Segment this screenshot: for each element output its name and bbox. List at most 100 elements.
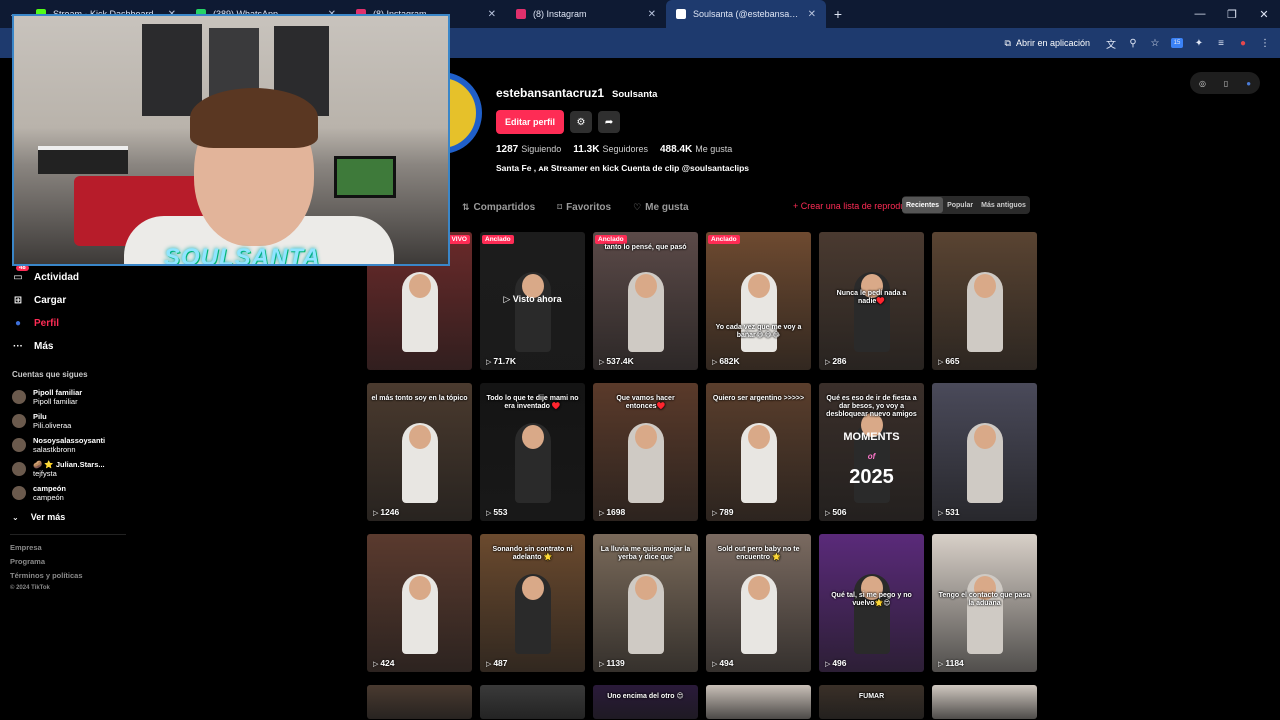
translate-icon[interactable]: 文 [1104, 36, 1118, 51]
video-thumbnail[interactable]: Todo lo que te dije mami no era inventad… [480, 383, 585, 521]
browser-menu-icon[interactable]: ⋮ [1258, 36, 1272, 50]
avatar [12, 438, 26, 452]
followers-stat[interactable]: 11.3K Seguidores [573, 144, 648, 155]
browser-tab[interactable]: (8) Instagram ✕ [506, 0, 666, 28]
view-count: 286 [825, 356, 846, 366]
video-thumbnail[interactable]: Ancladotanto lo pensé, que pasó 537.4K [593, 232, 698, 370]
view-count: 553 [486, 507, 507, 517]
tab-favorites[interactable]: ⌑ Favoritos [557, 202, 611, 213]
extensions-puzzle-icon[interactable]: ✦ [1192, 36, 1206, 50]
close-window-icon[interactable]: ✕ [1248, 0, 1280, 28]
header-quick-actions: ◎ ▯ ● [1190, 72, 1260, 94]
video-caption: el más tonto soy en la tópico [371, 395, 468, 402]
video-thumbnail[interactable]: Nunca le pedí nada a nadie♥️ 286 [819, 232, 924, 370]
video-caption: Que vamos hacer entonces♥️ [616, 395, 675, 410]
footer-link-program[interactable]: Programa [10, 557, 130, 571]
video-thumbnail[interactable]: 424 [367, 534, 472, 672]
settings-gear-icon[interactable]: ⚙ [570, 111, 593, 133]
video-thumbnail[interactable]: Tengo el contacto que pasa la aduana 1184 [932, 534, 1037, 672]
following-account[interactable]: campeón campeón [0, 481, 130, 505]
nav-item-0[interactable]: ▭ 48 Actividad [0, 264, 130, 289]
video-thumbnail[interactable]: Uno encima del otro 😍 [593, 685, 698, 719]
video-thumbnail[interactable]: La lluvia me quiso mojar la yerba y dice… [593, 534, 698, 672]
inbox-icon: ▭ 48 [12, 264, 29, 284]
media-controls-icon[interactable]: ≡ [1214, 36, 1228, 50]
edit-profile-button[interactable]: Editar perfil [496, 110, 565, 134]
account-handle: tejfysta [33, 469, 57, 478]
app-icon: ⧉ [1004, 37, 1011, 48]
video-thumbnail[interactable]: Qué tal, si me pego y no vuelvo🌟😍 496 [819, 534, 924, 672]
repost-icon: ⇅ [462, 201, 470, 212]
following-stat[interactable]: 1287 Siguiendo [496, 144, 561, 155]
following-account[interactable]: Pilu Pili.oliveraa [0, 409, 130, 433]
following-account[interactable]: Pipoll familiar Pipoll familiar [0, 385, 130, 409]
person-figure [974, 425, 996, 449]
bookmark-star-icon[interactable]: ☆ [1148, 36, 1162, 50]
view-count: 1246 [373, 507, 399, 517]
video-thumbnail[interactable]: Que vamos hacer entonces♥️ 1698 [593, 383, 698, 521]
webcam-overlay: SOULSANTA [12, 14, 450, 266]
new-tab-button[interactable]: + [826, 6, 850, 22]
video-thumbnail[interactable]: Anclado Yo cada vez que me voy a bañar😂😂😂… [706, 232, 811, 370]
tab-close-icon[interactable]: ✕ [808, 9, 816, 20]
sort-oldest[interactable]: Más antiguos [977, 197, 1030, 213]
minimize-icon[interactable]: — [1184, 0, 1216, 28]
video-thumbnail[interactable] [706, 685, 811, 719]
view-count: 487 [486, 658, 507, 668]
restore-icon[interactable]: ❐ [1216, 0, 1248, 28]
footer-link-company[interactable]: Empresa [10, 543, 130, 557]
see-more-button[interactable]: ⌄ Ver más [0, 508, 130, 526]
copyright: © 2024 TikTok [10, 585, 50, 591]
video-caption: Qué es eso de ir de fiesta a dar besos, … [826, 395, 917, 418]
activity-ring-icon[interactable]: ◎ [1199, 79, 1206, 88]
account-handle: campeón [33, 493, 64, 502]
sort-recent[interactable]: Recientes [902, 197, 944, 213]
extension-badge-icon[interactable]: 15 [1170, 36, 1184, 50]
likes-stat: 488.4K Me gusta [659, 144, 733, 155]
zoom-icon[interactable]: ⚲ [1126, 36, 1140, 50]
tab-liked[interactable]: ♡ Me gusta [633, 202, 688, 213]
video-thumbnail[interactable]: FUMAR [819, 685, 924, 719]
video-thumbnail[interactable]: el más tonto soy en la tópico 1246 [367, 383, 472, 521]
view-count: 1698 [599, 507, 625, 517]
sort-popular[interactable]: Popular [943, 197, 977, 213]
video-thumbnail[interactable]: Anclado ▷ Visto ahora 71.7K [480, 232, 585, 370]
tab-close-icon[interactable]: ✕ [488, 9, 496, 20]
nav-item-2[interactable]: ● Perfil [0, 312, 130, 335]
side-navigation: ▭ 48 Actividad ⊞ Cargar ● Perfil ··· Más Cuentas… [0, 264, 130, 599]
video-thumbnail[interactable] [480, 685, 585, 719]
person-figure [409, 576, 431, 600]
video-thumbnail[interactable]: 665 [932, 232, 1037, 370]
create-playlist-button[interactable]: + Crear una lista de reprodu [793, 201, 905, 211]
open-in-app-button[interactable]: ⧉ Abrir en aplicación [999, 38, 1096, 49]
person-figure [748, 576, 770, 600]
phone-icon[interactable]: ▯ [1224, 79, 1228, 88]
open-in-app-label: Abrir en aplicación [1015, 38, 1090, 48]
chevron-down-icon: ⌄ [12, 512, 19, 522]
video-thumbnail[interactable] [932, 685, 1037, 719]
profile-username: estebansantacruz1 [496, 86, 605, 100]
avatar-small-icon[interactable]: ● [1246, 79, 1251, 88]
view-count: 71.7K [486, 356, 516, 366]
video-thumbnail[interactable]: Qué es eso de ir de fiesta a dar besos, … [819, 383, 924, 521]
tab-favicon-icon [676, 9, 686, 19]
video-thumbnail[interactable]: Quiero ser argentino >>>>> 789 [706, 383, 811, 521]
tab-shared[interactable]: ⇅ Compartidos [462, 202, 535, 213]
video-thumbnail[interactable]: 531 [932, 383, 1037, 521]
video-thumbnail[interactable] [367, 685, 472, 719]
tab-title: (8) Instagram [533, 9, 587, 19]
framed-banknote [334, 156, 396, 198]
video-thumbnail[interactable]: Sold out pero baby no te encuentro 🌟 494 [706, 534, 811, 672]
nav-item-3[interactable]: ··· Más [0, 335, 130, 358]
footer-link-terms[interactable]: Términos y políticas [10, 571, 130, 585]
share-arrow-icon[interactable]: ➦ [598, 111, 621, 133]
nav-item-1[interactable]: ⊞ Cargar [0, 289, 130, 312]
browser-tab[interactable]: Soulsanta (@estebansantacruz1) ✕ [666, 0, 826, 28]
tab-close-icon[interactable]: ✕ [648, 9, 656, 20]
video-thumbnail[interactable]: Sonando sin contrato ni adelanto 🌟 487 [480, 534, 585, 672]
profile-icon[interactable]: ● [1236, 36, 1250, 50]
moments-text: MOMENTS [843, 431, 900, 443]
following-account[interactable]: Nosoysalassoysanti salastkbronn [0, 433, 130, 457]
following-account[interactable]: 🥔 ⭐ Julian.Stars... tejfysta [0, 457, 130, 481]
sort-selector: Recientes Popular Más antiguos [902, 196, 1030, 214]
